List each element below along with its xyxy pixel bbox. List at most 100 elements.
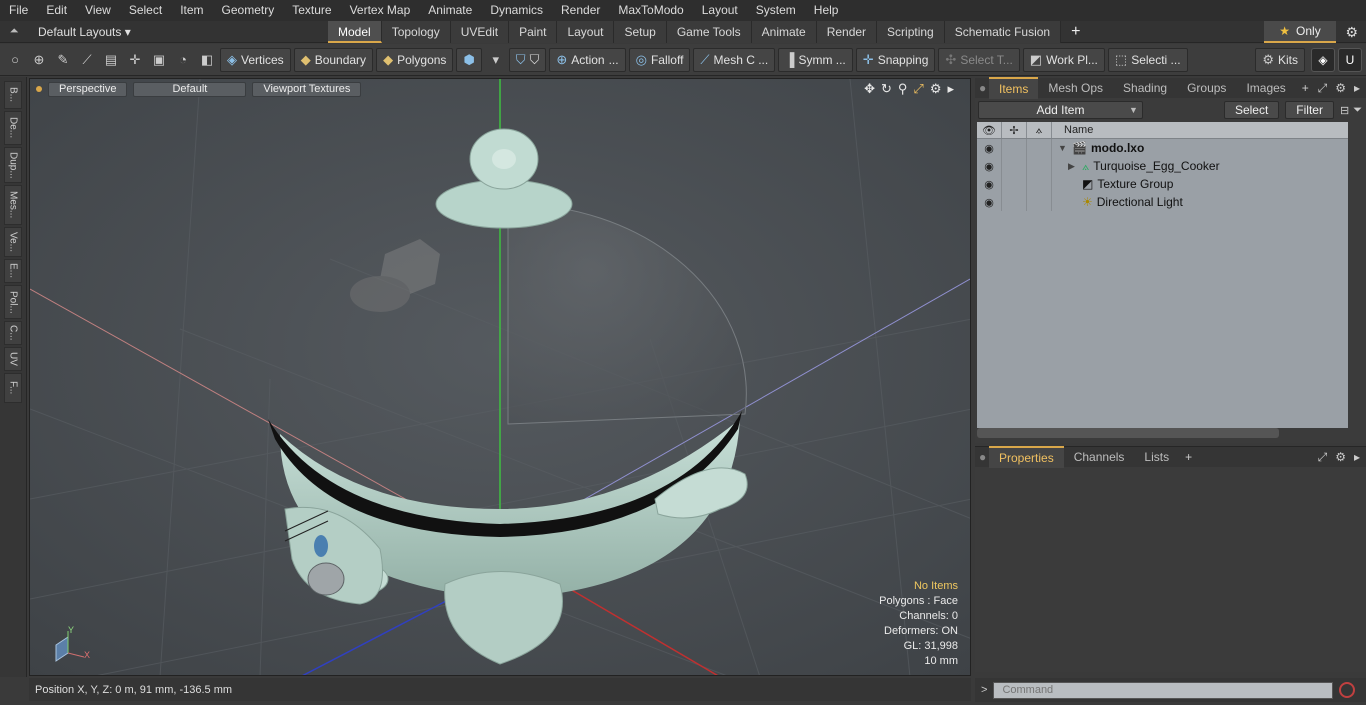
tab-layout[interactable]: Layout (557, 20, 615, 43)
panel-arrow-icon[interactable]: ▸ (1354, 81, 1360, 96)
panel-arrow-icon[interactable]: ▸ (1354, 450, 1360, 465)
menu-edit[interactable]: Edit (37, 0, 76, 21)
mesh-constraint-button[interactable]: ⟋ Mesh C ... (693, 47, 776, 72)
name-column-header[interactable]: Name (1052, 124, 1093, 136)
menu-view[interactable]: View (76, 0, 120, 21)
menu-help[interactable]: Help (805, 0, 848, 21)
symmetry-button[interactable]: ▐ Symm ... (778, 47, 853, 72)
left-tab-fusion[interactable]: F... (4, 373, 22, 403)
eye-icon[interactable]: ◉ (977, 139, 1002, 157)
viewport-expand-icon[interactable]: ▸ (947, 81, 954, 97)
expand-triangle-icon[interactable]: ▶ (1068, 161, 1078, 172)
command-input[interactable] (993, 681, 1334, 699)
tab-items[interactable]: Items (989, 77, 1039, 99)
visibility-column-icon[interactable]: 👁 (977, 122, 1002, 138)
default-layouts-dropdown[interactable]: Default Layouts ▾ (28, 25, 328, 39)
tree-row-scene[interactable]: ◉ ▼ 🎬 modo.lxo (977, 139, 1348, 157)
gear-icon[interactable]: ⚙ (1345, 24, 1358, 41)
tab-uvedit[interactable]: UVEdit (450, 20, 510, 43)
work-plane-button[interactable]: ◩ Work Pl... (1022, 47, 1105, 72)
tab-animate[interactable]: Animate (751, 20, 817, 43)
unity-icon[interactable]: ◈ (1311, 48, 1335, 72)
tab-model[interactable]: Model (328, 20, 382, 43)
orbit-icon[interactable]: ↻ (881, 81, 892, 97)
item-mode-icon[interactable]: ◧ (196, 49, 218, 71)
panel-dot-icon[interactable]: ● (975, 81, 989, 95)
left-tab-curve[interactable]: C... (4, 321, 22, 345)
tab-topology[interactable]: Topology (381, 20, 451, 43)
kits-button[interactable]: ⚙ Kits (1255, 48, 1305, 72)
filter-button[interactable]: Filter (1285, 101, 1334, 119)
tab-setup[interactable]: Setup (614, 20, 667, 43)
menu-select[interactable]: Select (120, 0, 171, 21)
funnel-icon[interactable]: ⏷ (1353, 104, 1362, 117)
circle-select-icon[interactable]: ○ (4, 49, 26, 71)
align-icon[interactable]: ▤ (100, 49, 122, 71)
globe-icon[interactable]: ⊕ (28, 49, 50, 71)
select-button[interactable]: Select (1223, 101, 1280, 119)
command-arrow-icon[interactable]: > (981, 684, 987, 696)
item-tree-scrollbar[interactable] (977, 428, 1279, 438)
pan-icon[interactable]: ✥ (864, 81, 875, 97)
tree-row-texture-group[interactable]: ◉ ◩ Texture Group (977, 175, 1348, 193)
eye-icon[interactable]: ◉ (977, 193, 1002, 211)
tab-scripting[interactable]: Scripting (877, 20, 945, 43)
panel-dot-icon[interactable]: ● (975, 450, 989, 464)
tab-properties[interactable]: Properties (989, 446, 1064, 468)
rotate-icon[interactable]: ◔ (172, 49, 194, 71)
tree-row-light[interactable]: ◉ ☀ Directional Light (977, 193, 1348, 211)
only-toggle[interactable]: ★ Only (1264, 21, 1336, 43)
tab-render[interactable]: Render (816, 20, 878, 43)
tab-mesh-ops[interactable]: Mesh Ops (1038, 78, 1113, 98)
panel-gear-icon[interactable]: ⚙ (1335, 81, 1346, 96)
left-tab-edge[interactable]: E... (4, 259, 22, 283)
material-mode-button[interactable]: ⬢ (456, 47, 482, 72)
add-panel-tab-icon[interactable]: + (1179, 450, 1198, 464)
pen-icon[interactable]: ✎ (52, 49, 74, 71)
tab-lists[interactable]: Lists (1134, 447, 1179, 467)
viewport-gear-icon[interactable]: ⚙ (930, 81, 942, 97)
select-through-button[interactable]: ✣ Select T... (938, 47, 1020, 72)
polygons-button[interactable]: ◆ Polygons (376, 47, 454, 72)
eye-icon[interactable]: ◉ (977, 157, 1002, 175)
menu-system[interactable]: System (747, 0, 805, 21)
left-tab-polygon[interactable]: Pol... (4, 285, 22, 319)
square-target-icon[interactable]: ▣ (148, 49, 170, 71)
expand-triangle-icon[interactable]: ▼ (1058, 143, 1068, 153)
menu-texture[interactable]: Texture (283, 0, 340, 21)
tab-paint[interactable]: Paint (509, 20, 558, 43)
tab-shading[interactable]: Shading (1113, 78, 1177, 98)
zoom-icon[interactable]: ⚲ (898, 81, 908, 97)
expand-panel-icon[interactable]: ⤢ (1318, 450, 1328, 465)
viewport-menu-dot-icon[interactable] (36, 86, 42, 92)
3d-viewport[interactable]: Perspective Default Viewport Textures ✥ … (29, 78, 971, 676)
menu-geometry[interactable]: Geometry (213, 0, 284, 21)
left-tab-deform[interactable]: De... (4, 111, 22, 145)
symmetry-toggle-button[interactable]: ⛉ ⛉ (508, 47, 547, 72)
panel-gear-icon[interactable]: ⚙ (1335, 450, 1346, 465)
falloff-button[interactable]: ◎ Falloff (628, 47, 691, 72)
tree-row-mesh[interactable]: ◉ ▶ ⟑ Turquoise_Egg_Cooker (977, 157, 1348, 175)
menu-layout[interactable]: Layout (693, 0, 747, 21)
tab-images[interactable]: Images (1236, 78, 1295, 98)
chevron-down-icon[interactable]: ▾ (485, 49, 507, 71)
left-tab-basic[interactable]: B... (4, 81, 22, 109)
tab-channels[interactable]: Channels (1064, 447, 1135, 467)
snapping-button[interactable]: ✛ Snapping (855, 47, 936, 72)
center-icon[interactable]: ✛ (124, 49, 146, 71)
eye-icon[interactable]: ◉ (977, 175, 1002, 193)
tab-schematic-fusion[interactable]: Schematic Fusion (944, 20, 1062, 43)
menu-maxtomodo[interactable]: MaxToModo (609, 0, 692, 21)
vertices-button[interactable]: ◈ Vertices (220, 47, 291, 72)
lock-column-icon[interactable]: ✢ (1002, 122, 1027, 138)
viewport-scene[interactable] (30, 79, 971, 676)
type-column-icon[interactable]: ⟑ (1027, 122, 1052, 138)
tab-game-tools[interactable]: Game Tools (666, 20, 752, 43)
collapse-arrow-icon[interactable]: ⏶ (0, 25, 28, 38)
brush-icon[interactable]: ⟋ (76, 49, 98, 71)
record-icon[interactable] (1339, 682, 1356, 698)
left-tab-duplicate[interactable]: Dup... (4, 147, 22, 183)
add-item-button[interactable]: Add Item ▼ (978, 101, 1143, 119)
tab-groups[interactable]: Groups (1177, 78, 1236, 98)
menu-file[interactable]: File (0, 0, 37, 21)
